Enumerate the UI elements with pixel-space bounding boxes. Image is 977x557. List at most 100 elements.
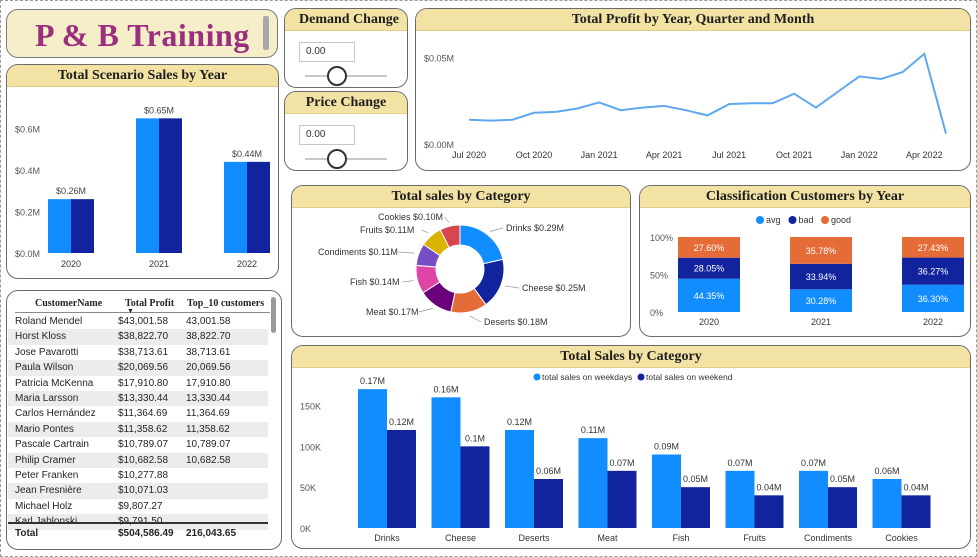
leader-line [421, 229, 429, 234]
cell-top10: 38,822.70 [186, 331, 231, 343]
table-scrollbar[interactable] [271, 297, 276, 333]
x-tick-label: Cookies [885, 533, 918, 543]
x-tick-label: Apr 2021 [646, 150, 683, 160]
x-tick-label: Jan 2022 [841, 150, 878, 160]
cell-customer-name: Jose Pavarotti [15, 346, 79, 358]
table-row[interactable]: Carlos Hernández $11,364.69 11,364.69 [8, 406, 268, 421]
sales-by-category-title: Total Sales by Category [292, 346, 970, 368]
table-row[interactable]: Roland Mendel $43,001.58 43,001.58 [8, 314, 268, 329]
x-tick-label: Cheese [445, 533, 476, 543]
header-customer-name[interactable]: CustomerName [35, 298, 102, 309]
cell-customer-name: Roland Mendel [15, 316, 83, 327]
table-row[interactable]: Jean Fresnière $10,071.03 [8, 483, 268, 499]
data-label: 0.04M [903, 482, 928, 492]
cell-total-profit: $10,789.07 [118, 439, 169, 451]
data-label: 0.06M [874, 466, 899, 476]
bar [224, 161, 247, 253]
bar [652, 454, 681, 528]
data-label: 0.05M [830, 474, 855, 484]
price-change-input[interactable]: 0.00 [299, 125, 355, 145]
cell-customer-name: Pascale Cartrain [15, 439, 89, 451]
bar [358, 389, 387, 528]
price-change-slider-handle[interactable] [327, 149, 347, 169]
classification-chart: avg bad good 100% 50% 0% 44.35% 28.05% 27.60% 202… [650, 215, 964, 327]
x-tick-label: Condiments [804, 533, 853, 543]
leader-line [504, 285, 520, 289]
bar [901, 495, 931, 528]
leader-line [398, 251, 415, 254]
table-row[interactable]: Paula Wilson $20,069.56 20,069.56 [8, 360, 268, 376]
table-row[interactable]: Michael Holz $9,807.27 [8, 499, 268, 514]
category-donut-card: Total sales by Category Drinks $0.29M Che… [291, 185, 631, 337]
cell-customer-name: Michael Holz [15, 500, 73, 512]
data-label: 36.27% [918, 267, 949, 277]
x-tick-label: 2021 [149, 259, 169, 269]
scenario-sales-chart-card: Total Scenario Sales by Year $0.6M $0.4M $… [6, 64, 279, 279]
cell-total-profit: $10,682.58 [118, 454, 169, 466]
sales-by-category-card: Total Sales by Category total sales on w… [291, 345, 971, 549]
x-tick-label: Jul 2021 [712, 150, 746, 160]
table-header-row: CustomerName Total Profit Top_10 custome… [15, 295, 270, 315]
cell-top10: 13,330.44 [186, 393, 231, 404]
legend-marker [821, 216, 829, 224]
cell-top10: 10,682.58 [186, 454, 231, 466]
table-total-row: Total $504,586.49 216,043.65 [8, 522, 268, 542]
bar [578, 438, 608, 528]
price-change-title: Price Change [285, 92, 407, 114]
y-tick-label: $0.2M [15, 208, 40, 218]
donut-data-label: Condiments $0.11M [318, 247, 398, 257]
donut-data-label: Fish $0.14M [350, 277, 400, 287]
table-row[interactable]: Mario Pontes $11,358.62 11,358.62 [8, 421, 268, 438]
report-title: P & B Training [35, 17, 250, 53]
y-tick-label: $0.0M [15, 249, 40, 259]
y-tick-label: 50% [650, 271, 668, 281]
cell-customer-name: Jean Fresnière [15, 485, 82, 497]
cell-total-profit: $11,358.62 [118, 423, 168, 435]
data-label: 0.09M [654, 442, 679, 452]
x-tick-label: Oct 2020 [516, 150, 553, 160]
cell-top10: 38,713.61 [186, 346, 231, 358]
donut-data-label: Deserts $0.18M [484, 317, 548, 327]
cell-customer-name: Peter Franken [15, 470, 79, 481]
cell-top10: 11,364.69 [186, 408, 230, 420]
leader-line [469, 315, 482, 323]
cell-total-profit: $9,807.27 [118, 500, 163, 512]
data-label: 0.04M [756, 482, 781, 492]
bar [136, 118, 159, 253]
bar [754, 495, 784, 528]
total-label: Total [15, 528, 39, 539]
price-change-slicer: Price Change 0.00 [284, 91, 408, 171]
leader-line [402, 280, 414, 283]
data-label: 0.07M [727, 458, 752, 468]
cell-total-profit: $38,713.61 [118, 346, 169, 358]
table-row[interactable]: Horst Kloss $38,822.70 38,822.70 [8, 329, 268, 345]
cell-total-profit: $10,071.03 [118, 485, 169, 497]
table-row[interactable]: Peter Franken $10,277.88 [8, 468, 268, 483]
bar [48, 199, 71, 253]
table-row[interactable]: Philip Cramer $10,682.58 10,682.58 [8, 452, 268, 468]
demand-change-slider-handle[interactable] [327, 66, 347, 86]
bar [725, 470, 755, 528]
bar [71, 199, 94, 253]
data-label: 27.43% [918, 243, 949, 253]
demand-change-input[interactable]: 0.00 [299, 42, 355, 62]
header-top10-customers[interactable]: Top_10 customers [187, 298, 264, 309]
table-row[interactable]: Jose Pavarotti $38,713.61 38,713.61 [8, 345, 268, 360]
demand-change-title: Demand Change [285, 9, 407, 31]
data-label: 44.35% [694, 291, 725, 301]
table-row[interactable]: Maria Larsson $13,330.44 13,330.44 [8, 391, 268, 407]
data-label: 28.05% [694, 264, 725, 274]
x-tick-label: Fish [672, 533, 689, 543]
x-tick-label: Oct 2021 [776, 150, 813, 160]
legend-label: bad [799, 215, 814, 225]
data-label: 0.07M [801, 458, 826, 468]
bar [505, 430, 534, 528]
cell-total-profit: $17,910.80 [118, 377, 169, 389]
table-row[interactable]: Pascale Cartrain $10,789.07 10,789.07 [8, 437, 268, 452]
bar [828, 487, 857, 528]
legend-marker [756, 216, 764, 224]
data-label: 0.11M [581, 425, 605, 435]
y-tick-label: 0% [650, 308, 663, 318]
x-tick-label: Deserts [518, 533, 550, 543]
table-row[interactable]: Patricia McKenna $17,910.80 17,910.80 [8, 376, 268, 391]
